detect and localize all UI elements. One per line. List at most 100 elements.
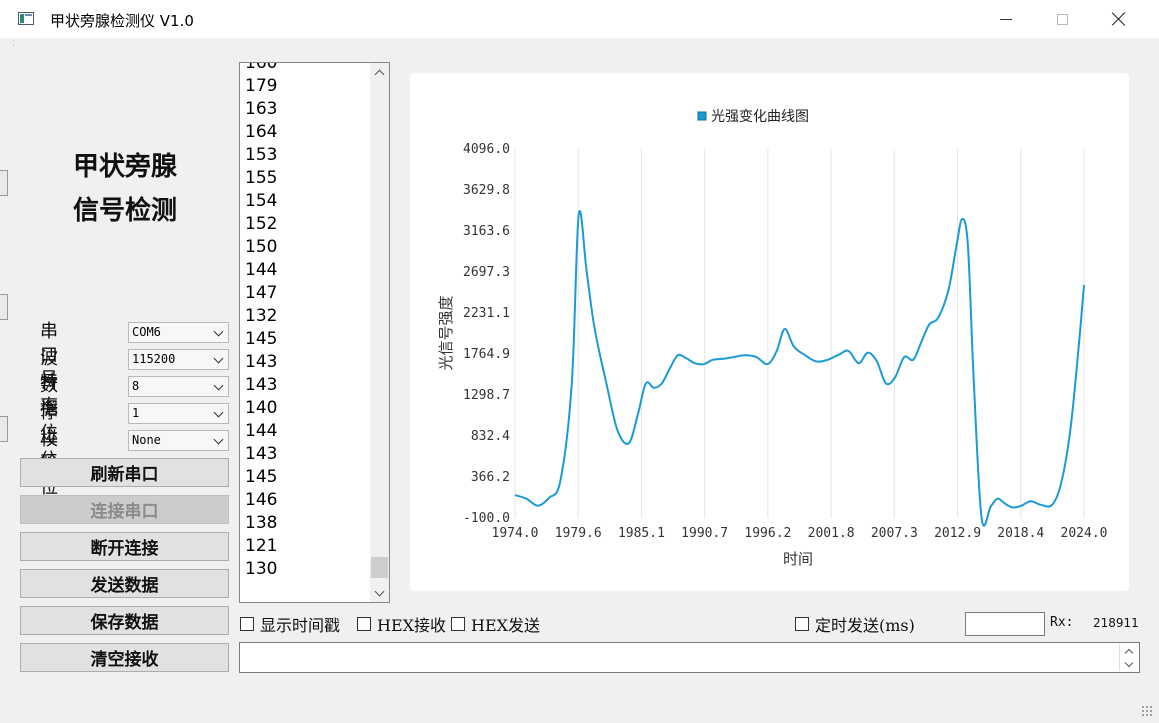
x-tick-label: 1979.6 bbox=[555, 526, 602, 541]
received-value: 130 bbox=[245, 559, 278, 579]
hex-send-checkbox[interactable] bbox=[451, 617, 465, 631]
port-select[interactable]: COM6 bbox=[128, 322, 229, 343]
app-icon bbox=[18, 12, 34, 25]
chevron-down-icon bbox=[213, 407, 224, 418]
show-timestamp-label: 显示时间戳 bbox=[260, 616, 341, 635]
send-input-scroll[interactable] bbox=[1119, 644, 1137, 671]
y-tick-label: 3163.6 bbox=[463, 224, 510, 239]
spin-down-button[interactable] bbox=[1122, 658, 1136, 671]
window-title: 甲状旁腺检测仪 V1.0 bbox=[50, 12, 194, 30]
background-window-edge bbox=[0, 416, 8, 442]
databits-select[interactable]: 8 bbox=[128, 376, 229, 397]
y-tick-label: 366.2 bbox=[471, 470, 510, 485]
y-tick-label: 832.4 bbox=[471, 429, 510, 444]
minimize-button[interactable] bbox=[977, 0, 1035, 38]
received-value: 179 bbox=[245, 76, 278, 96]
spin-up-button[interactable] bbox=[1122, 644, 1136, 657]
databits-select-value: 8 bbox=[132, 379, 140, 393]
send-input[interactable] bbox=[239, 642, 1140, 673]
y-tick-label: -100.0 bbox=[463, 511, 510, 526]
y-axis-label: 光信号强度 bbox=[437, 295, 455, 370]
x-tick-label: 1990.7 bbox=[681, 526, 728, 541]
chevron-up-icon bbox=[374, 69, 385, 79]
received-value: 145 bbox=[245, 467, 278, 487]
received-value: 121 bbox=[245, 536, 278, 556]
y-tick-label: 4096.0 bbox=[463, 142, 510, 157]
resize-grip[interactable] bbox=[1141, 705, 1153, 717]
received-value: 140 bbox=[245, 398, 278, 418]
timed-send-label: 定时发送(ms) bbox=[815, 616, 915, 635]
scroll-up-button[interactable] bbox=[370, 63, 389, 81]
baud-select[interactable]: 115200 bbox=[128, 349, 229, 370]
y-tick-label: 3629.8 bbox=[463, 183, 510, 198]
x-tick-label: 2007.3 bbox=[871, 526, 918, 541]
connect-port-button[interactable]: 连接串口 bbox=[20, 495, 229, 524]
scroll-thumb[interactable] bbox=[371, 557, 388, 578]
receive-list-content: 160 179 163 164 153 155 154 152 150 144 147 132 145 1… bbox=[245, 63, 278, 581]
save-data-button[interactable]: 保存数据 bbox=[20, 606, 229, 635]
scroll-down-button[interactable] bbox=[370, 584, 389, 602]
chevron-down-icon bbox=[213, 434, 224, 445]
show-timestamp-checkbox[interactable] bbox=[240, 617, 254, 631]
maximize-button[interactable] bbox=[1033, 0, 1091, 38]
x-tick-label: 2001.8 bbox=[808, 526, 855, 541]
chevron-down-icon bbox=[1124, 658, 1134, 667]
received-value: 155 bbox=[245, 168, 278, 188]
parity-select[interactable]: None bbox=[128, 430, 229, 451]
received-value: 144 bbox=[245, 260, 278, 280]
timed-send-option[interactable]: 定时发送(ms) bbox=[795, 614, 915, 635]
timed-send-checkbox[interactable] bbox=[795, 617, 809, 631]
background-window-edge bbox=[0, 170, 8, 196]
received-value: 143 bbox=[245, 444, 278, 464]
received-value: 146 bbox=[245, 490, 278, 510]
receive-scrollbar[interactable] bbox=[370, 63, 389, 602]
legend-label: 光强变化曲线图 bbox=[711, 109, 809, 125]
receive-list[interactable]: 160 179 163 164 153 155 154 152 150 144 147 132 145 1… bbox=[239, 62, 390, 603]
send-data-button[interactable]: 发送数据 bbox=[20, 569, 229, 598]
received-value: 143 bbox=[245, 352, 278, 372]
y-tick-label: 1298.7 bbox=[463, 388, 510, 403]
y-tick-label: 1764.9 bbox=[463, 347, 510, 362]
received-value: 138 bbox=[245, 513, 278, 533]
received-value: 132 bbox=[245, 306, 278, 326]
headline-line: 甲状旁腺 bbox=[72, 152, 177, 182]
minimize-icon bbox=[1000, 18, 1012, 20]
x-tick-label: 1974.0 bbox=[492, 526, 539, 541]
x-tick-label: 1985.1 bbox=[618, 526, 665, 541]
baud-select-value: 115200 bbox=[132, 352, 176, 366]
parity-select-value: None bbox=[132, 433, 161, 447]
chevron-up-icon bbox=[1124, 648, 1134, 657]
chevron-down-icon bbox=[374, 586, 385, 596]
hex-send-option[interactable]: HEX发送 bbox=[451, 614, 541, 635]
received-value: 154 bbox=[245, 191, 278, 211]
stopbits-select[interactable]: 1 bbox=[128, 403, 229, 424]
received-value: 153 bbox=[245, 145, 278, 165]
y-tick-label: 2231.1 bbox=[463, 306, 510, 321]
received-value: 152 bbox=[245, 214, 278, 234]
hex-receive-label: HEX接收 bbox=[377, 616, 447, 635]
light-intensity-chart: 1974.0 1979.6 1985.1 1990.7 1996.2 2001.8 2007… bbox=[437, 109, 1108, 568]
y-tick-label: 2697.3 bbox=[463, 265, 510, 280]
refresh-port-button[interactable]: 刷新串口 bbox=[20, 458, 229, 487]
close-button[interactable] bbox=[1090, 0, 1148, 38]
timed-send-interval-input[interactable] bbox=[965, 612, 1045, 636]
received-value: 145 bbox=[245, 329, 278, 349]
received-value: 150 bbox=[245, 237, 278, 257]
received-value: 144 bbox=[245, 421, 278, 441]
port-select-value: COM6 bbox=[132, 325, 161, 339]
x-tick-label: 2024.0 bbox=[1061, 526, 1108, 541]
disconnect-button[interactable]: 断开连接 bbox=[20, 532, 229, 561]
close-icon bbox=[1112, 12, 1126, 26]
x-tick-label: 1996.2 bbox=[744, 526, 791, 541]
hex-receive-option[interactable]: HEX接收 bbox=[357, 614, 447, 635]
chevron-down-icon bbox=[213, 353, 224, 364]
received-value: 163 bbox=[245, 99, 278, 119]
hex-receive-checkbox[interactable] bbox=[357, 617, 371, 631]
hex-send-label: HEX发送 bbox=[471, 616, 541, 635]
show-timestamp-option[interactable]: 显示时间戳 bbox=[240, 614, 341, 635]
x-tick-label: 2012.9 bbox=[934, 526, 981, 541]
chart-panel: 1974.0 1979.6 1985.1 1990.7 1996.2 2001.8 2007… bbox=[410, 73, 1129, 591]
clear-receive-button[interactable]: 清空接收 bbox=[20, 643, 229, 672]
maximize-icon bbox=[1056, 13, 1068, 25]
headline: 甲状旁腺 信号检测 bbox=[20, 145, 230, 233]
